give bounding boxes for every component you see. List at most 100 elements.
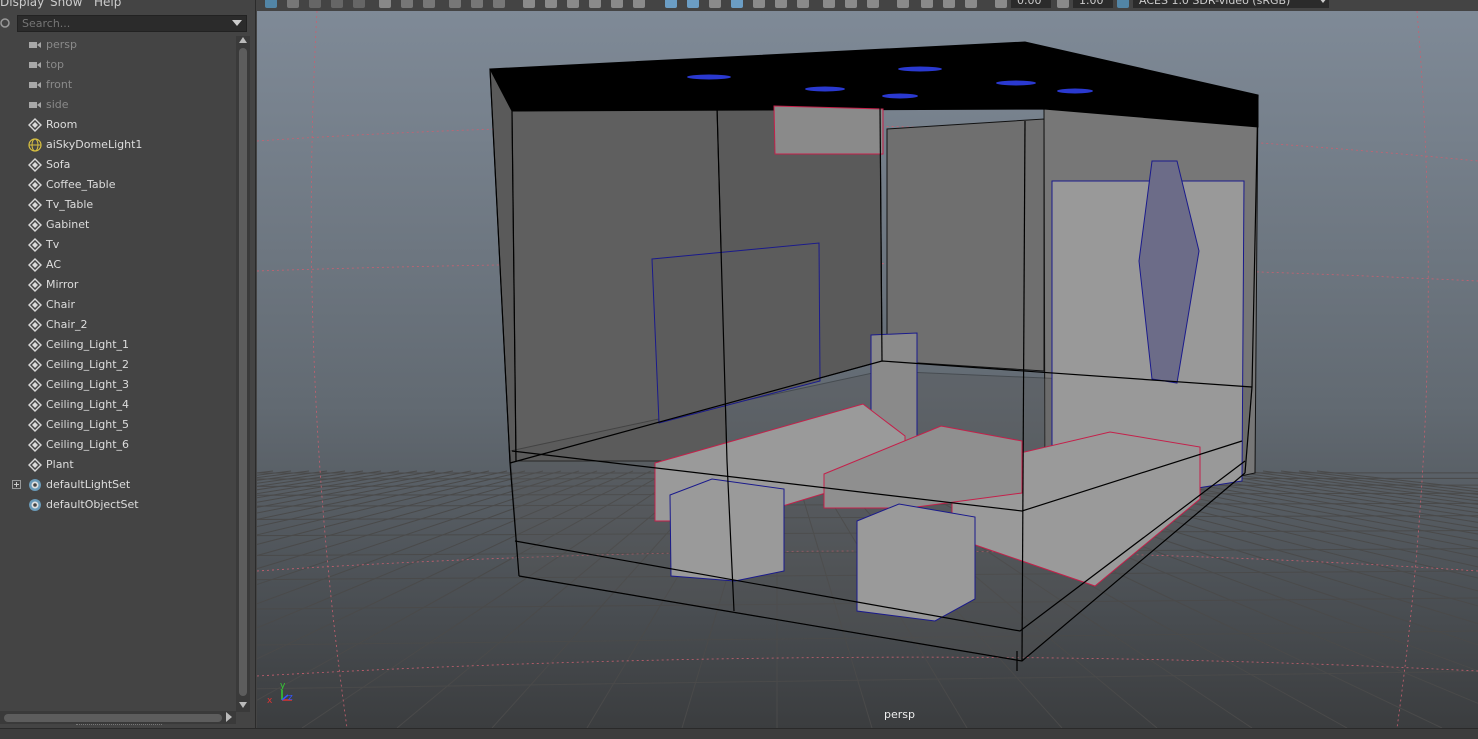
safe-title-icon[interactable] [567,0,579,8]
outliner-item-label: aiSkyDomeLight1 [46,135,142,155]
field-chart-icon[interactable] [493,0,505,8]
select-camera-icon[interactable] [265,0,277,8]
overscan-icon[interactable] [589,0,601,8]
scrollbar-thumb[interactable] [239,48,247,696]
frame-icon[interactable] [611,0,623,8]
wireframe-on-shaded-icon[interactable] [709,0,721,8]
screen-space-ao-icon[interactable] [823,0,835,8]
axis-y-label: y [280,681,286,691]
select-tool-icon[interactable] [897,0,909,8]
outliner-item-label: Ceiling_Light_3 [46,375,129,395]
outliner-item[interactable]: defaultObjectSet [0,495,236,515]
exposure-field[interactable]: 0.00 [1011,0,1051,8]
transform-icon [28,198,42,212]
transform-icon [28,398,42,412]
checker-icon[interactable] [753,0,765,8]
camera-icon [28,98,42,112]
lighting-icon[interactable] [775,0,787,8]
gamma-field[interactable]: 1.00 [1073,0,1113,8]
xray-icon[interactable] [943,0,955,8]
exposure-icon[interactable] [995,0,1007,8]
scroll-right-arrow-icon[interactable] [226,712,232,722]
menu-display[interactable]: Display [0,0,44,9]
outliner-item[interactable]: Sofa [0,155,236,175]
camera-attributes-icon[interactable] [287,0,299,8]
safe-action-icon[interactable] [545,0,557,8]
transform-icon [28,338,42,352]
outliner-item[interactable]: Coffee_Table [0,175,236,195]
gamma-icon[interactable] [1057,0,1069,8]
outliner-item[interactable]: top [0,55,236,75]
panel-resize-grip[interactable] [76,724,162,727]
search-options-chevron-down-icon[interactable] [232,20,242,26]
outliner-item[interactable]: aiSkyDomeLight1 [0,135,236,155]
outliner-item-label: AC [46,255,61,275]
outliner-item[interactable]: Ceiling_Light_3 [0,375,236,395]
ceiling-light-6 [1057,89,1093,94]
outliner-item[interactable]: defaultLightSet [0,475,236,495]
two-d-pan-icon[interactable] [353,0,365,8]
outliner-horizontal-scrollbar[interactable] [0,711,236,724]
shadows-icon[interactable] [797,0,809,8]
expand-plus-icon[interactable] [12,480,21,489]
transform-icon [28,378,42,392]
outliner-vertical-scrollbar[interactable] [236,36,250,712]
smooth-shade-icon[interactable] [687,0,699,8]
menu-show[interactable]: Show [50,0,82,9]
wireframe-icon[interactable] [665,0,677,8]
outliner-item-label: persp [46,35,77,55]
outliner-item[interactable]: Plant [0,455,236,475]
camera-name-label: persp [884,708,915,721]
color-management-icon[interactable] [1117,0,1129,8]
scroll-down-arrow-icon[interactable] [239,702,247,708]
outliner-item[interactable]: Ceiling_Light_5 [0,415,236,435]
outliner-item[interactable]: Ceiling_Light_6 [0,435,236,455]
grease-pencil-icon[interactable] [379,0,391,8]
outliner-item-label: Sofa [46,155,70,175]
outliner-item[interactable]: Tv [0,235,236,255]
outliner-item[interactable]: front [0,75,236,95]
view-transform-dropdown[interactable]: ACES 1.0 SDR-video (sRGB) [1133,0,1329,8]
transform-icon [28,178,42,192]
search-input[interactable] [17,15,247,32]
scrollbar-thumb[interactable] [4,714,222,722]
outliner-item[interactable]: Room [0,115,236,135]
isolate-select-icon[interactable] [921,0,933,8]
outliner-item[interactable]: Tv_Table [0,195,236,215]
outliner-item[interactable]: Ceiling_Light_2 [0,355,236,375]
camera-lock-icon[interactable] [401,0,413,8]
viewport-scene[interactable]: x y z [257,11,1478,728]
grid-icon[interactable] [523,0,535,8]
gate-icon[interactable] [633,0,645,8]
3d-viewport[interactable]: x y z persp [257,11,1478,728]
scroll-up-arrow-icon[interactable] [239,37,247,43]
bookmark-icon[interactable] [309,0,321,8]
anti-aliasing-icon[interactable] [867,0,879,8]
outliner-item[interactable]: AC [0,255,236,275]
outliner-item-label: Chair_2 [46,315,87,335]
film-gate-icon[interactable] [423,0,435,8]
resolution-gate-icon[interactable] [449,0,461,8]
outliner-item[interactable]: Mirror [0,275,236,295]
panel-toolbar: 0.00 1.00 ACES 1.0 SDR-video (sRGB) [257,0,1478,11]
outliner-item[interactable]: side [0,95,236,115]
outliner-item[interactable]: Chair_2 [0,315,236,335]
image-plane-icon[interactable] [331,0,343,8]
view-transform-chevron-down-icon[interactable] [1319,0,1327,3]
outliner-item[interactable]: persp [0,35,236,55]
outliner-item[interactable]: Ceiling_Light_4 [0,395,236,415]
outliner-item[interactable]: Chair [0,295,236,315]
menu-help[interactable]: Help [94,0,121,9]
search-icon[interactable] [0,16,12,30]
gate-mask-icon[interactable] [471,0,483,8]
outliner-item[interactable]: Ceiling_Light_1 [0,335,236,355]
outliner-item-label: defaultObjectSet [46,495,139,515]
ceiling-light-2 [805,87,845,92]
outliner-item-label: Coffee_Table [46,175,115,195]
outliner-item-label: defaultLightSet [46,475,130,495]
outliner-item[interactable]: Gabinet [0,215,236,235]
xray-joints-icon[interactable] [965,0,977,8]
motion-blur-icon[interactable] [845,0,857,8]
outliner-item-label: Chair [46,295,75,315]
textured-icon[interactable] [731,0,743,8]
